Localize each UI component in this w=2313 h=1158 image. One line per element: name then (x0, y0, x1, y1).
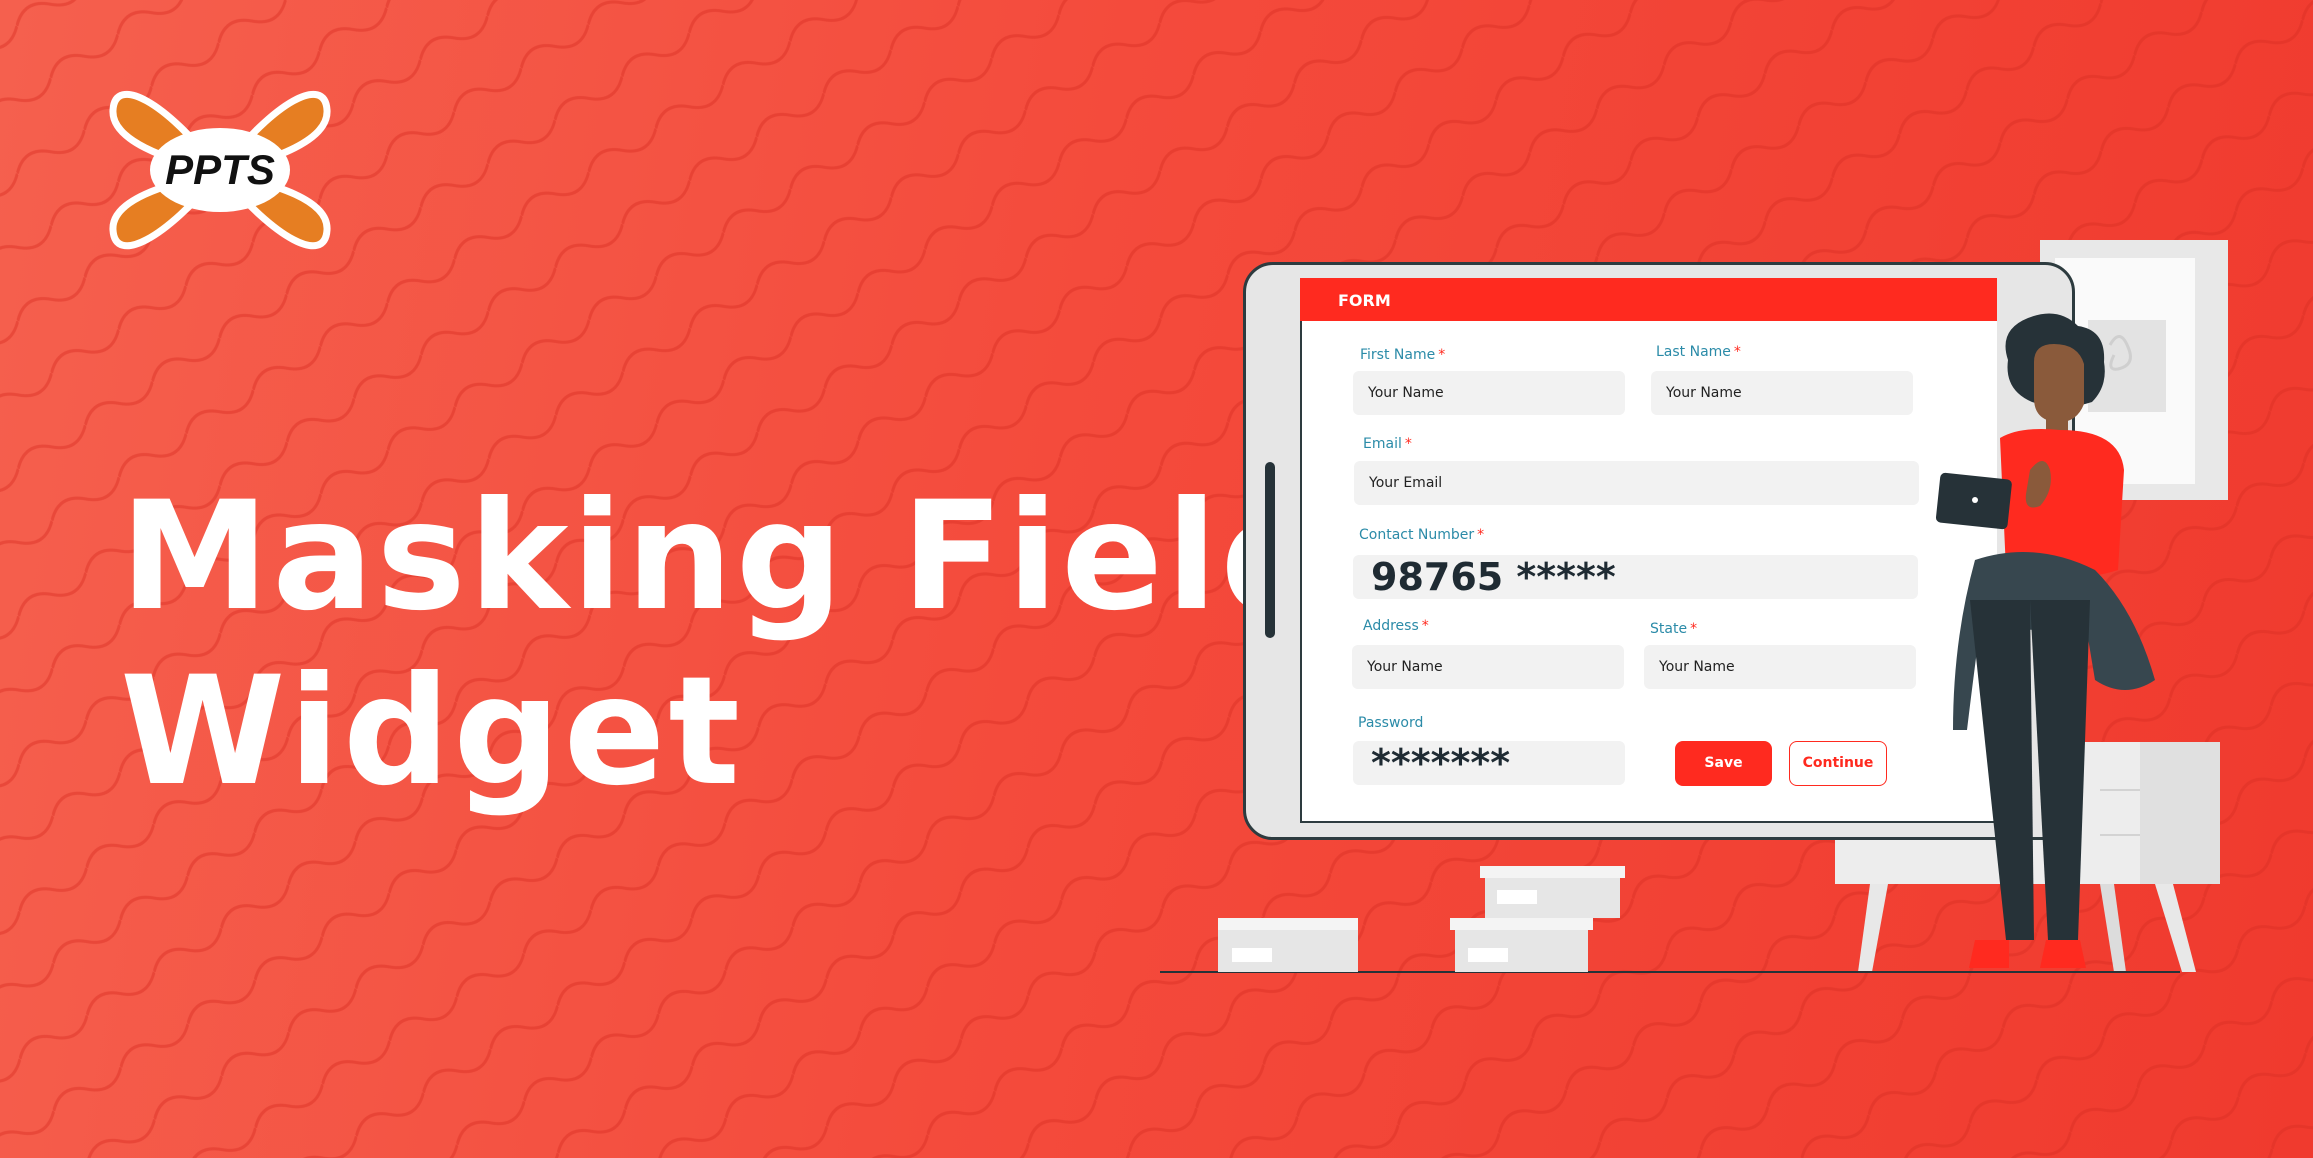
person-illustration (1935, 313, 2155, 968)
